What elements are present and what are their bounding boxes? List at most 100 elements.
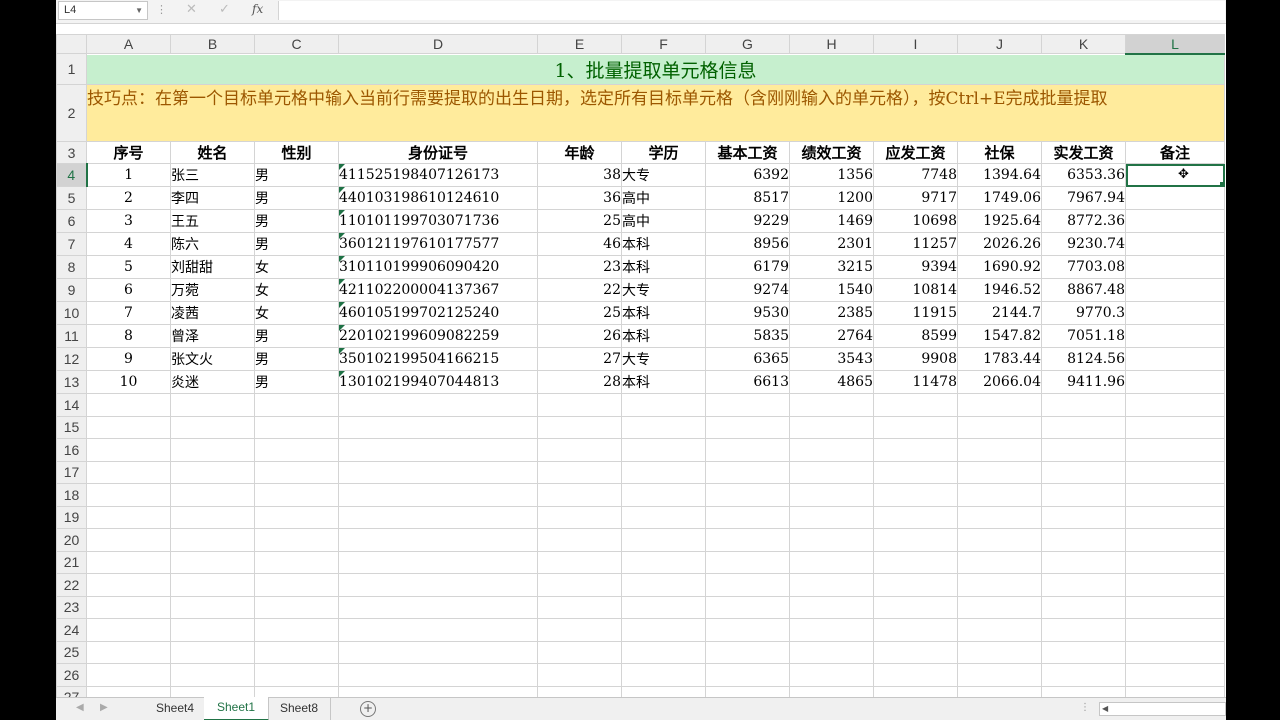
row-header[interactable]: 19 bbox=[56, 505, 87, 529]
table-cell[interactable]: 23 bbox=[537, 255, 622, 279]
empty-cell[interactable] bbox=[537, 663, 622, 687]
error-indicator-icon[interactable] bbox=[339, 210, 345, 216]
table-cell[interactable]: 5835 bbox=[705, 324, 790, 348]
empty-cell[interactable] bbox=[621, 415, 706, 439]
table-cell[interactable]: 9229 bbox=[705, 209, 790, 233]
add-sheet-icon[interactable]: + bbox=[360, 701, 376, 717]
row-header-5[interactable]: 5 bbox=[56, 186, 87, 210]
table-cell[interactable]: 2144.7 bbox=[957, 301, 1042, 325]
table-cell[interactable]: 3543 bbox=[789, 347, 874, 371]
table-cell[interactable]: 大专 bbox=[621, 278, 706, 302]
table-cell[interactable]: 男 bbox=[254, 163, 339, 187]
empty-cell[interactable] bbox=[621, 505, 706, 529]
empty-cell[interactable] bbox=[170, 393, 255, 417]
empty-cell[interactable] bbox=[705, 460, 790, 484]
column-header-c[interactable]: C bbox=[254, 34, 339, 54]
empty-cell[interactable] bbox=[789, 640, 874, 664]
table-cell[interactable]: 9230.74 bbox=[1041, 232, 1126, 256]
empty-cell[interactable] bbox=[170, 663, 255, 687]
table-cell[interactable]: 本科 bbox=[621, 324, 706, 348]
table-cell[interactable]: 3215 bbox=[789, 255, 874, 279]
column-header-e[interactable]: E bbox=[537, 34, 622, 54]
table-cell[interactable]: 1 bbox=[86, 163, 171, 187]
sheet-title-cell[interactable]: 1、批量提取单元格信息 bbox=[86, 53, 1225, 85]
table-cell[interactable] bbox=[1125, 301, 1225, 325]
chevron-down-icon[interactable]: ▼ bbox=[135, 2, 143, 19]
empty-cell[interactable] bbox=[957, 550, 1042, 574]
empty-cell[interactable] bbox=[621, 663, 706, 687]
table-cell[interactable]: 460105199702125240 bbox=[338, 301, 538, 325]
table-cell[interactable]: 6392 bbox=[705, 163, 790, 187]
table-cell[interactable]: 310110199906090420 bbox=[338, 255, 538, 279]
empty-cell[interactable] bbox=[621, 573, 706, 597]
table-cell[interactable]: 高中 bbox=[621, 209, 706, 233]
table-cell[interactable]: 1469 bbox=[789, 209, 874, 233]
table-cell[interactable]: 陈六 bbox=[170, 232, 255, 256]
empty-cell[interactable] bbox=[86, 663, 171, 687]
empty-cell[interactable] bbox=[170, 640, 255, 664]
table-cell[interactable]: 8599 bbox=[873, 324, 958, 348]
table-cell[interactable]: 1200 bbox=[789, 186, 874, 210]
error-indicator-icon[interactable] bbox=[339, 233, 345, 239]
table-cell[interactable]: 1690.92 bbox=[957, 255, 1042, 279]
more-options-icon[interactable]: ⋮ bbox=[156, 3, 167, 16]
table-cell[interactable]: 1783.44 bbox=[957, 347, 1042, 371]
table-cell[interactable]: 9 bbox=[86, 347, 171, 371]
table-cell[interactable]: 6353.36 bbox=[1041, 163, 1126, 187]
table-cell[interactable]: 大专 bbox=[621, 347, 706, 371]
empty-cell[interactable] bbox=[1125, 663, 1225, 687]
empty-cell[interactable] bbox=[537, 438, 622, 462]
empty-cell[interactable] bbox=[1125, 415, 1225, 439]
table-cell[interactable]: 5 bbox=[86, 255, 171, 279]
table-cell[interactable] bbox=[1125, 209, 1225, 233]
table-cell[interactable]: 22 bbox=[537, 278, 622, 302]
row-header-1[interactable]: 1 bbox=[56, 53, 87, 85]
row-header-7[interactable]: 7 bbox=[56, 232, 87, 256]
empty-cell[interactable] bbox=[86, 595, 171, 619]
table-cell[interactable]: 130102199407044813 bbox=[338, 370, 538, 394]
empty-cell[interactable] bbox=[86, 573, 171, 597]
empty-cell[interactable] bbox=[621, 460, 706, 484]
column-header-l[interactable]: L bbox=[1125, 34, 1225, 55]
table-cell[interactable]: 大专 bbox=[621, 163, 706, 187]
empty-cell[interactable] bbox=[1041, 663, 1126, 687]
table-header-cell[interactable]: 序号 bbox=[86, 141, 171, 164]
table-cell[interactable]: 4865 bbox=[789, 370, 874, 394]
table-header-cell[interactable]: 学历 bbox=[621, 141, 706, 164]
table-cell[interactable] bbox=[1125, 324, 1225, 348]
row-header-11[interactable]: 11 bbox=[56, 324, 87, 348]
empty-cell[interactable] bbox=[957, 663, 1042, 687]
empty-cell[interactable] bbox=[86, 460, 171, 484]
table-cell[interactable]: 高中 bbox=[621, 186, 706, 210]
empty-cell[interactable] bbox=[705, 528, 790, 552]
table-cell[interactable]: 王五 bbox=[170, 209, 255, 233]
empty-cell[interactable] bbox=[254, 550, 339, 574]
empty-cell[interactable] bbox=[338, 393, 538, 417]
select-all-corner[interactable] bbox=[56, 34, 87, 54]
table-header-cell[interactable]: 姓名 bbox=[170, 141, 255, 164]
empty-cell[interactable] bbox=[705, 438, 790, 462]
empty-cell[interactable] bbox=[789, 415, 874, 439]
empty-cell[interactable] bbox=[338, 460, 538, 484]
error-indicator-icon[interactable] bbox=[339, 302, 345, 308]
empty-cell[interactable] bbox=[873, 618, 958, 642]
table-cell[interactable]: 男 bbox=[254, 370, 339, 394]
empty-cell[interactable] bbox=[705, 415, 790, 439]
table-cell[interactable]: 李四 bbox=[170, 186, 255, 210]
empty-cell[interactable] bbox=[705, 393, 790, 417]
table-cell[interactable]: 9717 bbox=[873, 186, 958, 210]
row-header[interactable]: 18 bbox=[56, 483, 87, 507]
empty-cell[interactable] bbox=[621, 483, 706, 507]
table-cell[interactable]: 男 bbox=[254, 324, 339, 348]
table-cell[interactable]: 7967.94 bbox=[1041, 186, 1126, 210]
empty-cell[interactable] bbox=[1041, 415, 1126, 439]
table-cell[interactable]: 4 bbox=[86, 232, 171, 256]
empty-cell[interactable] bbox=[873, 483, 958, 507]
empty-cell[interactable] bbox=[621, 438, 706, 462]
column-header-a[interactable]: A bbox=[86, 34, 171, 54]
empty-cell[interactable] bbox=[170, 505, 255, 529]
empty-cell[interactable] bbox=[621, 595, 706, 619]
error-indicator-icon[interactable] bbox=[339, 164, 345, 170]
table-cell[interactable]: 8517 bbox=[705, 186, 790, 210]
empty-cell[interactable] bbox=[170, 438, 255, 462]
